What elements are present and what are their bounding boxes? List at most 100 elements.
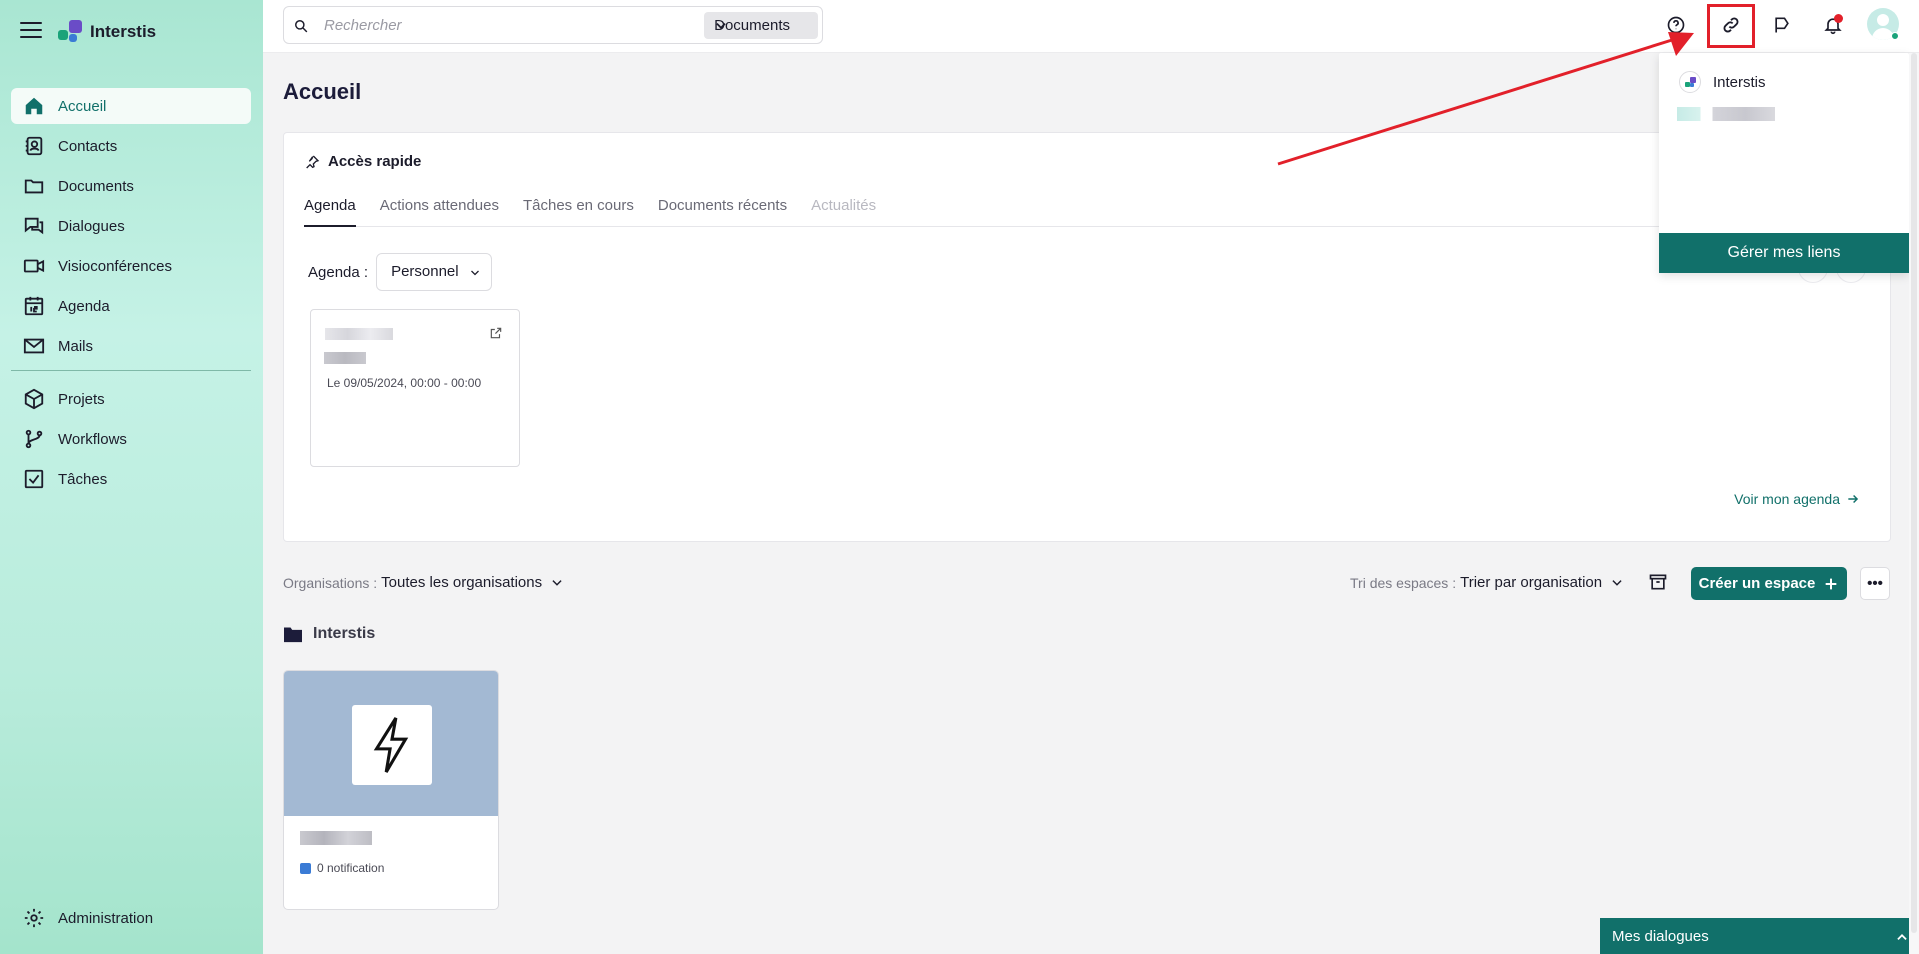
pin-icon: [306, 155, 320, 168]
notifications-button[interactable]: [1818, 10, 1848, 40]
video-icon: [23, 259, 45, 273]
sidebar-item-workflows[interactable]: Workflows: [11, 421, 251, 457]
brand-name: Interstis: [90, 22, 157, 41]
create-space-label: Créer un espace: [1698, 575, 1816, 592]
space-notifications-label: 0 notification: [317, 861, 385, 875]
lightning-icon: [373, 717, 409, 773]
archive-icon[interactable]: [1648, 572, 1668, 592]
contacts-icon: [25, 136, 43, 156]
chat-icon: [24, 217, 44, 235]
home-icon: [25, 97, 43, 115]
sidebar-item-mails[interactable]: Mails: [11, 328, 251, 364]
search-bar: Documents: [283, 6, 823, 44]
notification-badge: [1834, 14, 1843, 23]
tab-documents-recents[interactable]: Documents récents: [658, 197, 787, 227]
space-notifications: 0 notification: [300, 861, 384, 875]
sidebar-item-contacts[interactable]: Contacts: [11, 128, 251, 164]
checkbox-icon: [24, 469, 44, 489]
brand[interactable]: Interstis: [58, 20, 156, 44]
more-options-button[interactable]: •••: [1860, 567, 1890, 600]
agenda-selector-row: Agenda : Personnel: [308, 253, 492, 291]
plus-icon: [1826, 578, 1837, 589]
organization-header: Interstis: [283, 625, 375, 643]
space-sort-value: Trier par organisation: [1460, 574, 1603, 591]
organization-name: Interstis: [313, 625, 376, 642]
organization-filter-dropdown[interactable]: Toutes les organisations: [381, 574, 564, 591]
agenda-label: Agenda :: [308, 263, 369, 281]
gear-icon: [24, 908, 44, 928]
event-date: Le 09/05/2024, 00:00 - 00:00: [327, 376, 482, 390]
see-agenda-link[interactable]: Voir mon agenda: [1734, 491, 1860, 507]
space-sort-dropdown[interactable]: Trier par organisation: [1460, 574, 1624, 591]
external-link-icon[interactable]: [489, 326, 503, 340]
sidebar-item-label: Dialogues: [58, 217, 125, 235]
git-branch-icon: [25, 429, 43, 449]
organization-filter-label: Organisations :: [283, 574, 378, 591]
sidebar-item-label: Contacts: [58, 137, 118, 155]
redacted-space-name: [300, 831, 372, 845]
main-nav: Accueil Contacts Documents Dialogues Vis…: [11, 88, 251, 501]
sidebar-item-agenda[interactable]: Agenda: [11, 288, 251, 324]
search-input[interactable]: [324, 13, 624, 37]
space-banner: [284, 671, 498, 816]
agenda-select-value: Personnel: [391, 263, 459, 280]
annotation-highlight-box: [1707, 4, 1755, 48]
sidebar-item-accueil[interactable]: Accueil: [11, 88, 251, 124]
sidebar-item-label: Agenda: [58, 297, 110, 315]
dialogs-bar[interactable]: Mes dialogues: [1600, 918, 1919, 954]
flag-icon: [1775, 17, 1789, 33]
sidebar-divider: [11, 370, 251, 371]
chevron-down-icon: [552, 579, 562, 586]
sidebar-item-label: Visioconférences: [58, 257, 172, 275]
status-badge: [1891, 32, 1899, 40]
calendar-icon: [24, 296, 44, 316]
space-tile: [352, 705, 432, 785]
space-card[interactable]: 0 notification: [283, 670, 499, 910]
page-title: Accueil: [283, 79, 362, 104]
quick-access-header: Accès rapide: [304, 153, 421, 170]
chevron-down-icon: [716, 23, 726, 29]
space-sort-label: Tri des espaces :: [1350, 574, 1457, 591]
agenda-select[interactable]: Personnel: [376, 253, 492, 291]
arrow-right-icon: [1848, 494, 1859, 504]
sidebar-item-projets[interactable]: Projets: [11, 381, 251, 417]
sidebar-item-label: Administration: [58, 909, 154, 927]
chevron-down-icon: [1612, 579, 1622, 586]
sidebar-item-taches[interactable]: Tâches: [11, 461, 251, 497]
brand-logo: [58, 20, 82, 44]
sidebar-item-label: Mails: [58, 337, 94, 355]
manage-links-button[interactable]: Gérer mes liens: [1659, 233, 1909, 273]
create-space-button[interactable]: Créer un espace: [1691, 567, 1847, 600]
sidebar-item-administration[interactable]: Administration: [11, 900, 251, 936]
scrollbar[interactable]: [1909, 53, 1919, 954]
organization-filter-value: Toutes les organisations: [381, 574, 543, 591]
see-agenda-label: Voir mon agenda: [1734, 491, 1840, 507]
mail-icon: [23, 338, 45, 354]
announcements-button[interactable]: [1767, 10, 1797, 40]
search-icon: [295, 20, 308, 33]
tab-actions-attendues[interactable]: Actions attendues: [380, 197, 499, 227]
notification-square-icon: [300, 862, 311, 874]
menu-toggle-icon[interactable]: [20, 22, 42, 40]
sidebar-item-label: Workflows: [58, 430, 127, 448]
tab-actualites: Actualités: [811, 197, 877, 214]
link-item-label: Interstis: [1713, 73, 1766, 91]
sidebar-item-label: Accueil: [58, 97, 107, 115]
sidebar-item-label: Projets: [58, 390, 105, 408]
sidebar-item-label: Documents: [58, 177, 134, 195]
dialogs-bar-label: Mes dialogues: [1612, 927, 1709, 945]
search-scope-dropdown[interactable]: Documents: [704, 12, 818, 39]
quick-access-card: Accès rapide Agenda Actions attendues Tâ…: [283, 132, 1891, 542]
sidebar-item-dialogues[interactable]: Dialogues: [11, 208, 251, 244]
sidebar-item-visioconferences[interactable]: Visioconférences: [11, 248, 251, 284]
agenda-event-card[interactable]: Le 09/05/2024, 00:00 - 00:00: [310, 309, 520, 467]
sidebar: Interstis Accueil Contacts Documents Dia…: [0, 0, 263, 954]
folder-icon: [24, 179, 44, 194]
annotation-arrow: [1277, 32, 1694, 166]
tab-agenda[interactable]: Agenda: [304, 197, 356, 227]
quick-access-tabs: Agenda Actions attendues Tâches en cours…: [304, 197, 1870, 227]
quick-access-title: Accès rapide: [328, 153, 422, 170]
chevron-down-icon: [470, 270, 479, 276]
sidebar-item-documents[interactable]: Documents: [11, 168, 251, 204]
tab-taches-en-cours[interactable]: Tâches en cours: [523, 197, 634, 227]
